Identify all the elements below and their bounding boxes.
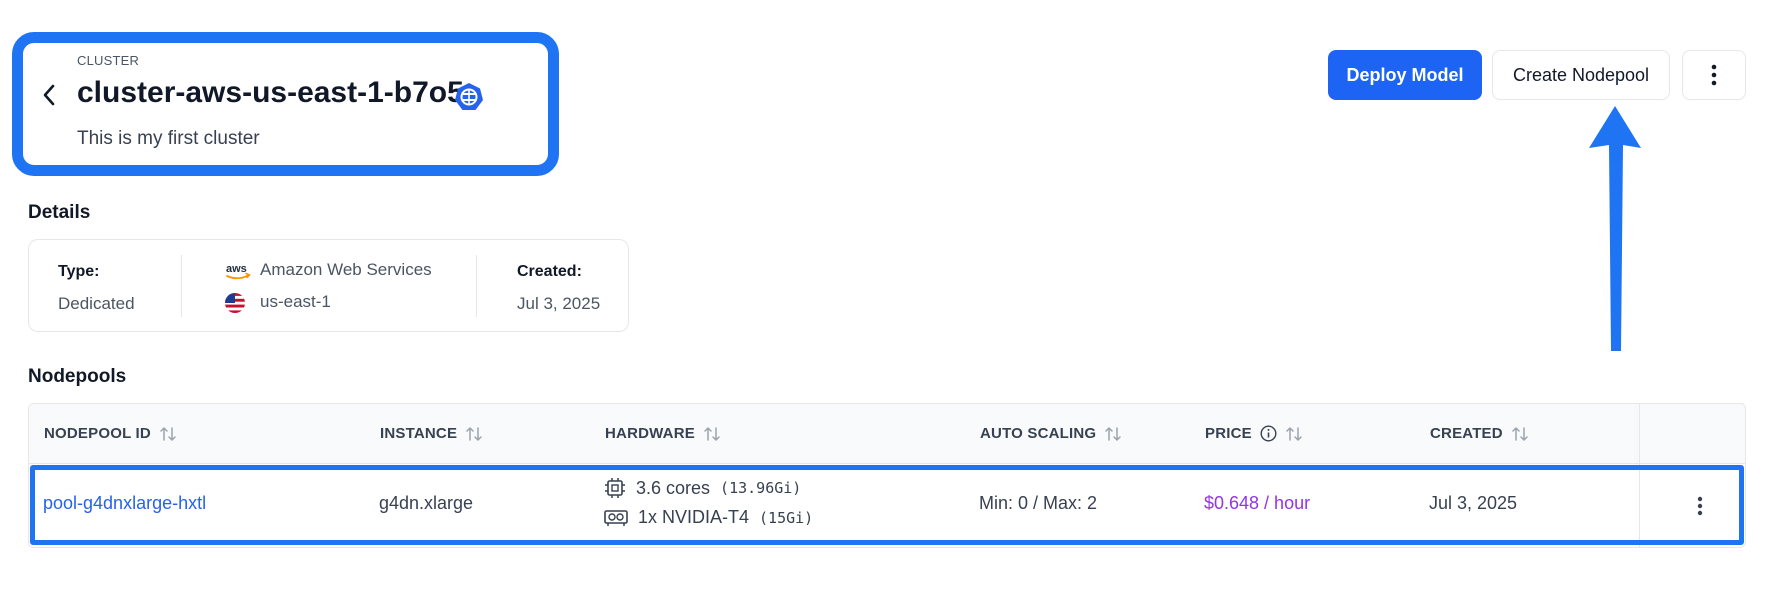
auto-scaling-value: Min: 0 / Max: 2: [979, 493, 1098, 513]
column-header-created[interactable]: CREATED: [1430, 425, 1529, 442]
column-header-auto-scaling[interactable]: AUTO SCALING: [980, 425, 1122, 442]
create-nodepool-button[interactable]: Create Nodepool: [1492, 50, 1670, 100]
kebab-icon: [1697, 496, 1703, 516]
nodepool-id-link[interactable]: pool-g4dnxlarge-hxtl: [43, 493, 206, 514]
hardware-gpu: 1x NVIDIA-T4 (15Gi): [604, 507, 813, 528]
sort-icon: [1512, 426, 1528, 441]
divider: [476, 255, 477, 317]
column-header-label: HARDWARE: [605, 425, 695, 442]
region-value: us-east-1: [260, 292, 331, 311]
cluster-eyebrow: CLUSTER: [77, 53, 140, 68]
sort-icon: [160, 426, 176, 441]
sort-icon: [466, 426, 482, 441]
price-value: $0.648 / hour: [1204, 493, 1311, 513]
table-header: NODEPOOL ID INSTANCE HARDWARE AUTO SCALI…: [29, 404, 1745, 464]
row-actions-button[interactable]: [1688, 492, 1712, 520]
details-section-title: Details: [28, 202, 91, 223]
page-title: cluster-aws-us-east-1-b7o5: [77, 76, 464, 109]
cpu-cores: 3.6 cores: [636, 477, 711, 498]
type-label: Type:: [58, 263, 100, 280]
page-subtitle: This is my first cluster: [77, 128, 260, 149]
annotation-arrow-icon: [1589, 106, 1641, 351]
created-value: Jul 3, 2025: [1429, 493, 1518, 513]
chevron-left-icon: [43, 84, 55, 106]
column-header-label: NODEPOOL ID: [44, 425, 151, 442]
back-button[interactable]: [36, 80, 62, 110]
cpu-icon: [605, 478, 625, 498]
column-header-label: CREATED: [1430, 425, 1503, 442]
provider-name: Amazon Web Services: [260, 260, 432, 279]
deploy-model-button[interactable]: Deploy Model: [1328, 50, 1482, 100]
column-header-nodepool-id[interactable]: NODEPOOL ID: [44, 425, 177, 442]
nodepools-section-title: Nodepools: [28, 366, 127, 387]
hardware-cpu: 3.6 cores (13.96Gi): [604, 477, 801, 499]
column-header-label: INSTANCE: [380, 425, 458, 442]
aws-logo-text: aws: [226, 263, 247, 275]
gpu-model: 1x NVIDIA-T4: [638, 507, 750, 527]
us-flag-icon: [225, 293, 245, 313]
column-header-label: PRICE: [1205, 425, 1252, 442]
sort-icon: [704, 426, 720, 441]
column-header-instance[interactable]: INSTANCE: [380, 425, 483, 442]
column-header-price[interactable]: PRICE: [1205, 425, 1303, 442]
kebab-icon: [1711, 64, 1717, 86]
created-value: Jul 3, 2025: [517, 294, 601, 313]
cpu-memory: (13.96Gi): [720, 479, 802, 497]
created-label: Created:: [517, 263, 582, 280]
column-header-hardware[interactable]: HARDWARE: [605, 425, 721, 442]
instance-value: g4dn.xlarge: [379, 493, 474, 513]
more-actions-button[interactable]: [1682, 50, 1746, 100]
kubernetes-icon: [455, 83, 483, 110]
sort-icon: [1105, 426, 1122, 441]
sort-icon: [1286, 426, 1302, 441]
gpu-icon: [604, 509, 628, 526]
details-card: Type: Dedicated aws Amazon Web Services …: [28, 239, 629, 332]
type-value: Dedicated: [58, 294, 135, 313]
column-header-label: AUTO SCALING: [980, 425, 1097, 442]
aws-logo-icon: aws: [226, 263, 251, 280]
divider: [181, 255, 182, 317]
gpu-memory: (15Gi): [759, 508, 814, 527]
info-icon[interactable]: [1260, 425, 1277, 442]
